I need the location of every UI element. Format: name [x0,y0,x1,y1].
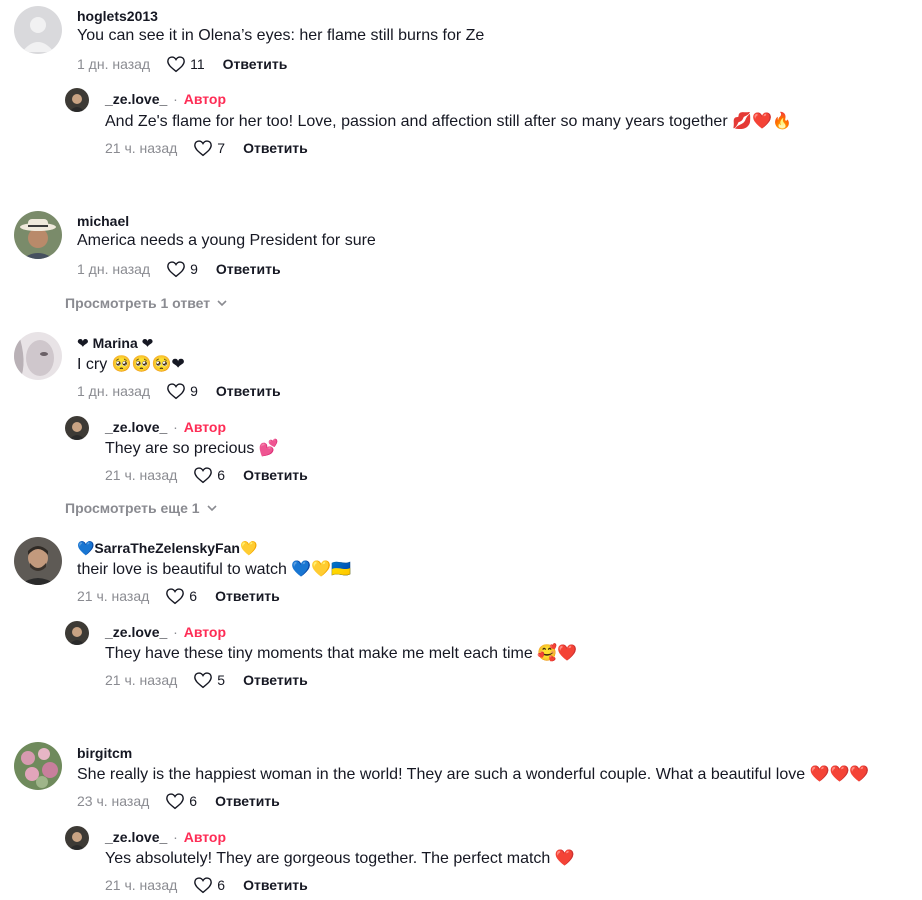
reply-text: And Ze's flame for her too! Love, passio… [105,113,792,130]
reply-button[interactable]: Ответить [215,793,280,809]
view-replies-button[interactable]: Просмотреть 1 ответ [65,295,228,311]
reply-username[interactable]: _ze.love_ · Автор [105,91,226,107]
reply-username[interactable]: _ze.love_ · Автор [105,419,226,435]
like-button[interactable]: 6 [165,587,215,605]
like-button[interactable]: 7 [193,139,243,157]
reply-text: They are so precious 💕 [105,440,279,457]
like-button[interactable]: 11 [166,55,223,73]
author-avatar[interactable] [65,416,89,440]
reply-text: They have these tiny moments that make m… [105,645,578,662]
author-badge: Автор [183,91,227,107]
heart-icon [167,56,185,73]
reply-button[interactable]: Ответить [243,140,308,156]
like-count: 5 [217,672,226,688]
avatar[interactable] [14,742,62,790]
comment-time: 1 дн. назад [77,383,151,399]
comment-text: America needs a young President for sure [77,232,376,249]
like-button[interactable]: 6 [193,876,243,894]
like-count: 7 [217,140,226,156]
chevron-down-icon [217,300,227,307]
reply-button[interactable]: Ответить [216,261,281,277]
reply-time: 21 ч. назад [105,467,178,483]
comment-username[interactable]: michael [77,213,129,229]
like-count: 9 [190,383,198,399]
reply-button[interactable]: Ответить [216,383,281,399]
reply-time: 21 ч. назад [105,140,178,156]
author-avatar[interactable] [65,88,89,112]
chevron-down-icon [207,505,217,512]
heart-icon [167,261,185,278]
reply-button[interactable]: Ответить [223,56,288,72]
comment-username[interactable]: ❤ Marina ❤ [77,335,153,352]
author-avatar[interactable] [65,826,89,850]
comment-text: You can see it in Olena’s eyes: her flam… [77,27,485,44]
avatar[interactable] [14,332,62,380]
avatar[interactable] [14,211,62,259]
like-count: 6 [189,588,198,604]
heart-icon [167,383,185,400]
reply-time: 21 ч. назад [105,877,178,893]
heart-icon [194,877,213,894]
reply-username[interactable]: _ze.love_ · Автор [105,829,226,845]
like-count: 6 [189,793,198,809]
comment-text: I cry 🥺🥺🥺❤ [77,356,185,373]
avatar[interactable] [14,537,62,585]
comment-text: their love is beautiful to watch 💙💛🇺🇦 [77,561,352,578]
like-count: 11 [190,56,205,72]
reply-button[interactable]: Ответить [215,588,280,604]
view-replies-button[interactable]: Просмотреть еще 1 [65,500,218,516]
like-button[interactable]: 9 [166,382,216,400]
reply-text: Yes absolutely! They are gorgeous togeth… [105,850,575,867]
view-replies-label: Просмотреть 1 ответ [65,295,211,311]
heart-icon [194,672,213,689]
like-button[interactable]: 6 [193,466,243,484]
reply-button[interactable]: Ответить [243,877,308,893]
heart-icon [166,793,185,810]
author-badge: Автор [183,624,227,640]
comment-username[interactable]: birgitcm [77,745,132,761]
comment-username[interactable]: hoglets2013 [77,8,158,24]
like-button[interactable]: 5 [193,671,243,689]
reply-username[interactable]: _ze.love_ · Автор [105,624,226,640]
author-badge: Автор [183,829,227,845]
comment-time: 1 дн. назад [77,56,151,72]
view-replies-label: Просмотреть еще 1 [65,500,200,516]
reply-time: 21 ч. назад [105,672,178,688]
like-button[interactable]: 6 [165,792,215,810]
like-count: 9 [190,261,198,277]
like-count: 6 [217,467,226,483]
comment-time: 23 ч. назад [77,793,150,809]
comment-time: 1 дн. назад [77,261,151,277]
reply-button[interactable]: Ответить [243,467,308,483]
like-count: 6 [217,877,226,893]
comment-username[interactable]: 💙SarraTheZelenskyFan💛 [77,540,257,557]
author-avatar[interactable] [65,621,89,645]
reply-button[interactable]: Ответить [243,672,308,688]
heart-icon [166,588,185,605]
avatar[interactable] [14,6,62,54]
author-badge: Автор [183,419,227,435]
comment-time: 21 ч. назад [77,588,150,604]
heart-icon [194,467,213,484]
comment-text: She really is the happiest woman in the … [77,766,870,783]
heart-icon [194,140,213,157]
like-button[interactable]: 9 [166,260,216,278]
